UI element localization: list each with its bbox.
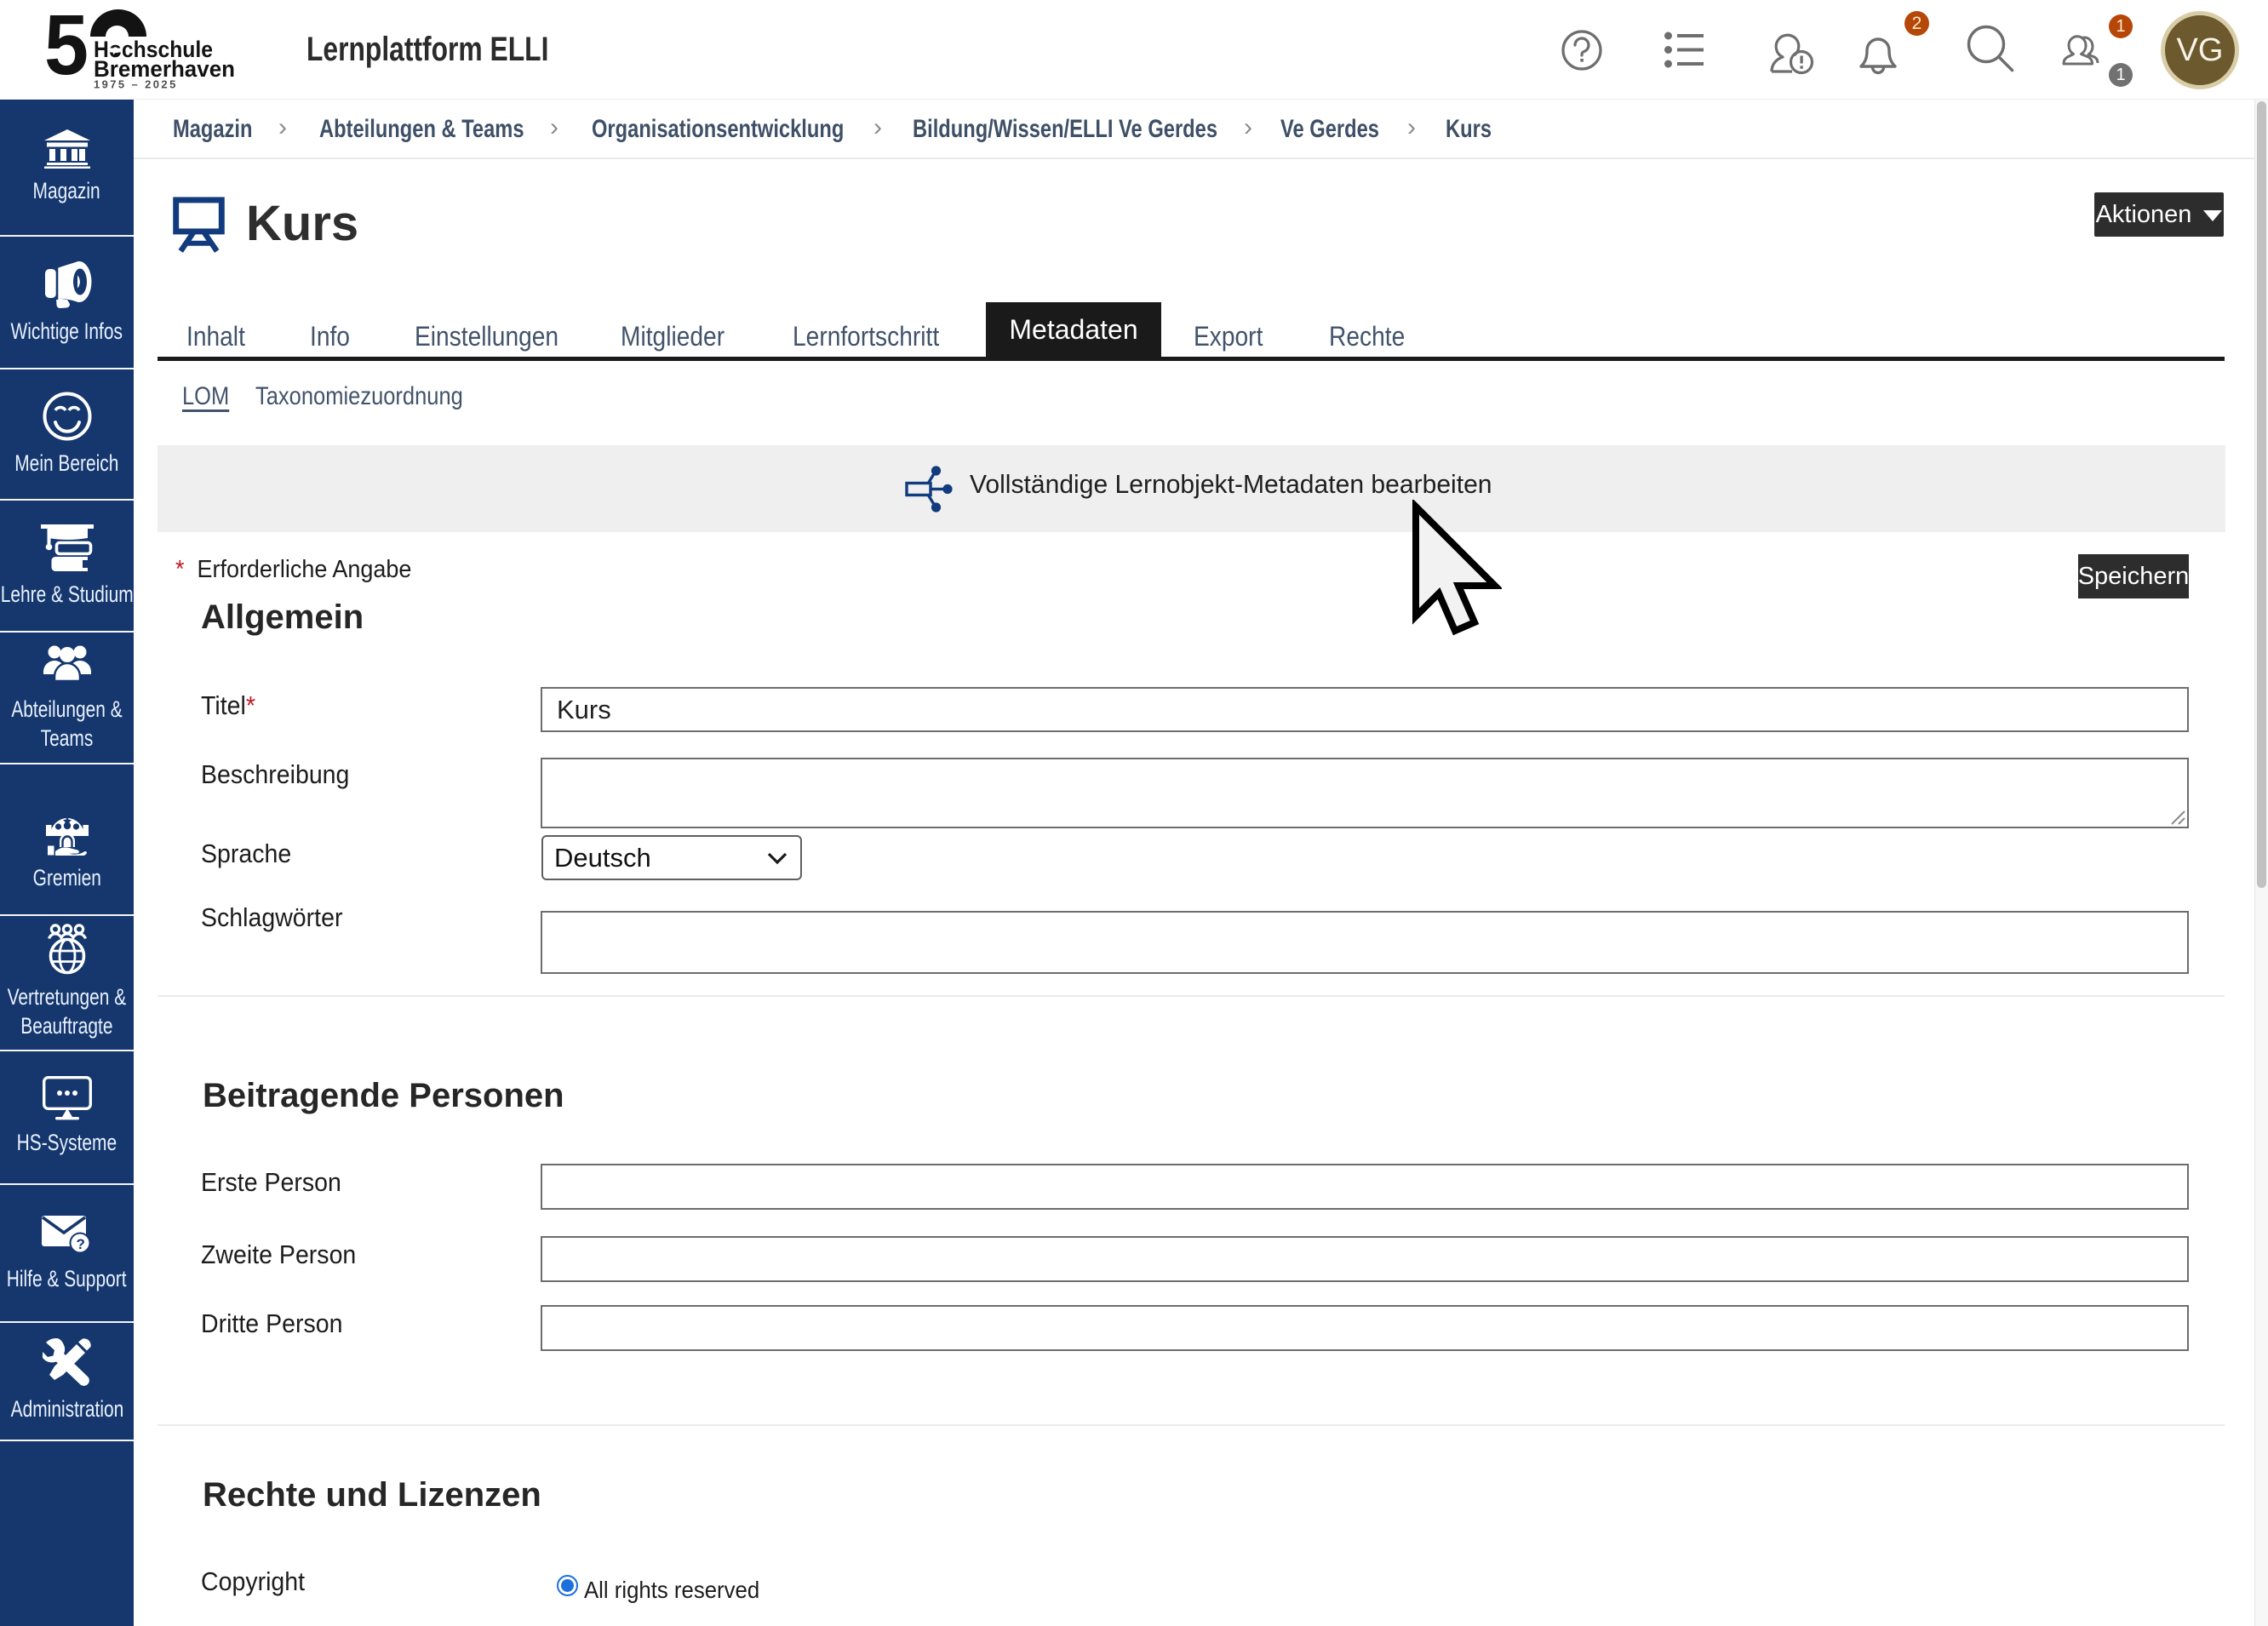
svg-text:1975 – 2025: 1975 – 2025	[94, 78, 178, 91]
svg-text:5: 5	[44, 7, 89, 93]
svg-text:?: ?	[76, 1236, 84, 1252]
